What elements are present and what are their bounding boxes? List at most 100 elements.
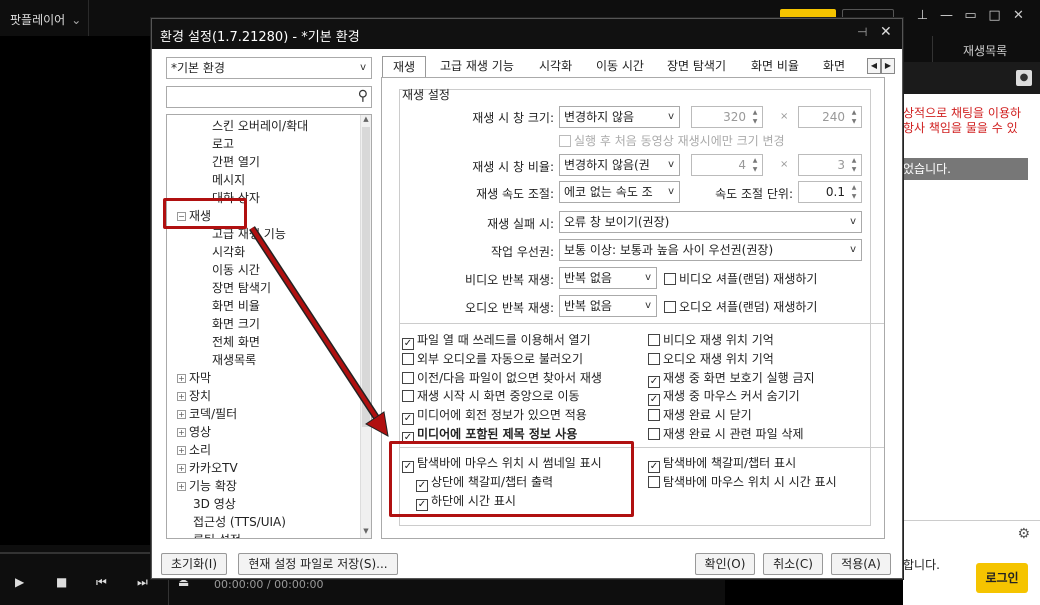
tree-item[interactable]: 3D 영상 xyxy=(193,495,236,512)
tab-aspect-ratio[interactable]: 화면 비율 xyxy=(751,56,799,78)
play-icon[interactable]: ▶ xyxy=(15,575,24,589)
close-on-end-checkbox[interactable]: 재생 완료 시 닫기 xyxy=(648,406,752,423)
video-repeat-combo[interactable]: 반복 없음 v xyxy=(559,267,657,289)
speed-combo[interactable]: 에코 없는 속도 조 v xyxy=(559,181,680,203)
audio-position-checkbox[interactable]: 오디오 재생 위치 기억 xyxy=(648,350,774,367)
checkbox-box[interactable] xyxy=(402,390,414,402)
gear-icon[interactable]: ⚙ xyxy=(1017,526,1030,542)
tree-item[interactable]: 화면 크기 xyxy=(212,315,260,332)
tree-item[interactable]: + 카카오TV xyxy=(177,459,238,476)
tree-item[interactable]: + 기능 확장 xyxy=(177,477,237,494)
expand-icon[interactable]: + xyxy=(177,410,186,419)
spinner-arrows-icon[interactable]: ▲ ▼ xyxy=(848,183,860,201)
tree-item[interactable]: 로고 xyxy=(212,135,234,152)
tree-item[interactable]: 스킨 오버레이/확대 xyxy=(212,117,308,134)
checkbox-box[interactable] xyxy=(648,428,660,440)
tab-advanced-playback[interactable]: 고급 재생 기능 xyxy=(440,56,514,78)
scroll-down-icon[interactable]: ▼ xyxy=(361,527,371,538)
expand-icon[interactable]: + xyxy=(177,446,186,455)
spinner-arrows-icon[interactable]: ▲ ▼ xyxy=(848,156,860,174)
seek-chapter-checkbox[interactable]: ✓ 탐색바에 책갈피/챕터 표시 xyxy=(648,454,796,473)
tree-item[interactable]: 간편 열기 xyxy=(212,153,260,170)
tab-chat[interactable] xyxy=(903,36,933,62)
tree-item[interactable]: 메시지 xyxy=(212,171,245,188)
tab-visualization[interactable]: 시각화 xyxy=(539,56,572,78)
checkbox-box[interactable] xyxy=(664,273,676,285)
tree-item[interactable]: 접근성 (TTS/UIA) xyxy=(193,513,286,530)
tab-seek-time[interactable]: 이동 시간 xyxy=(596,56,644,78)
find-next-checkbox[interactable]: 이전/다음 파일이 없으면 찾아서 재생 xyxy=(402,369,602,386)
minimize-icon[interactable]: — xyxy=(938,8,955,23)
video-position-checkbox[interactable]: 비디오 재생 위치 기억 xyxy=(648,331,774,348)
tree-item[interactable]: 재생목록 xyxy=(212,351,256,368)
scroll-thumb[interactable] xyxy=(362,127,370,427)
tree-item[interactable]: 이동 시간 xyxy=(212,261,260,278)
fail-combo[interactable]: 오류 창 보이기(권장) v xyxy=(559,211,862,233)
external-audio-checkbox[interactable]: 외부 오디오를 자동으로 불러오기 xyxy=(402,350,583,367)
app-title[interactable]: 팟플레이어 ⌄ xyxy=(10,11,81,28)
height-spinner[interactable]: 240 ▲ ▼ xyxy=(798,106,862,128)
spinner-arrows-icon[interactable]: ▲ ▼ xyxy=(749,108,761,126)
tab-scene-explorer[interactable]: 장면 탐색기 xyxy=(667,56,726,78)
tree-item[interactable]: 전체 화면 xyxy=(212,333,260,350)
tree-item[interactable]: + 소리 xyxy=(177,441,211,458)
tab-screen[interactable]: 화면 xyxy=(823,56,845,78)
pin-icon[interactable]: ⊥ xyxy=(914,8,931,23)
checkbox-box[interactable] xyxy=(402,372,414,384)
user-icon[interactable]: ● xyxy=(1016,70,1032,86)
window-size-combo[interactable]: 변경하지 않음 v xyxy=(559,106,680,128)
audio-repeat-combo[interactable]: 반복 없음 v xyxy=(559,295,657,317)
delete-on-end-checkbox[interactable]: 재생 완료 시 관련 파일 삭제 xyxy=(648,425,804,442)
checkbox-box[interactable] xyxy=(648,353,660,365)
checkbox-box[interactable]: ✓ xyxy=(648,461,660,473)
next-icon[interactable]: ⏭ xyxy=(137,575,148,590)
login-button[interactable]: 로그인 xyxy=(976,563,1028,593)
restore-icon[interactable]: ▭ xyxy=(962,8,979,23)
hide-cursor-checkbox[interactable]: ✓ 재생 중 마우스 커서 숨기기 xyxy=(648,387,800,406)
search-icon[interactable]: ⚲ xyxy=(358,88,368,104)
tree-scrollbar[interactable]: ▲ ▼ xyxy=(360,115,371,538)
ratio-w-spinner[interactable]: 4 ▲ ▼ xyxy=(691,154,763,176)
stop-icon[interactable]: ■ xyxy=(56,575,67,589)
reset-button[interactable]: 초기화(I) xyxy=(161,553,227,575)
tab-playlist[interactable]: 재생목록 xyxy=(963,42,1007,59)
center-window-checkbox[interactable]: 재생 시작 시 화면 중앙으로 이동 xyxy=(402,387,580,404)
tree-item[interactable]: + 자막 xyxy=(177,369,211,386)
scroll-up-icon[interactable]: ▲ xyxy=(361,115,371,126)
screensaver-checkbox[interactable]: ✓ 재생 중 화면 보호기 실행 금지 xyxy=(648,369,815,388)
priority-combo[interactable]: 보통 이상: 보통과 높음 사이 우선권(권장) v xyxy=(559,239,862,261)
tab-playback[interactable]: 재생 xyxy=(382,56,427,78)
close-icon[interactable]: ✕ xyxy=(880,24,892,40)
checkbox-box[interactable] xyxy=(559,135,571,147)
spinner-arrows-icon[interactable]: ▲ ▼ xyxy=(848,108,860,126)
checkbox-box[interactable]: ✓ xyxy=(402,338,414,350)
tree-item[interactable]: 루틴 설정 xyxy=(193,531,241,538)
thread-open-checkbox[interactable]: ✓ 파일 열 때 쓰레드를 이용해서 열기 xyxy=(402,331,591,350)
preset-combo[interactable]: *기본 환경 v xyxy=(166,57,372,79)
tree-item[interactable]: + 장치 xyxy=(177,387,211,404)
tree-item[interactable]: + 영상 xyxy=(177,423,211,440)
save-config-button[interactable]: 현재 설정 파일로 저장(S)... xyxy=(238,553,398,575)
cancel-button[interactable]: 취소(C) xyxy=(763,553,823,575)
window-ratio-combo[interactable]: 변경하지 않음(권 v xyxy=(559,154,680,176)
video-shuffle-checkbox[interactable]: 비디오 셔플(랜덤) 재생하기 xyxy=(664,270,817,287)
close-icon[interactable]: ✕ xyxy=(1010,8,1027,23)
spinner-arrows-icon[interactable]: ▲ ▼ xyxy=(749,156,761,174)
tab-right-icon[interactable]: ▶ xyxy=(881,58,895,74)
pin-icon[interactable]: ⊣ xyxy=(857,25,867,39)
rotation-checkbox[interactable]: ✓ 미디어에 회전 정보가 있으면 적용 xyxy=(402,406,587,425)
previous-icon[interactable]: ⏮ xyxy=(96,575,107,590)
tree-item[interactable]: 장면 탐색기 xyxy=(212,279,271,296)
checkbox-box[interactable] xyxy=(648,334,660,346)
width-spinner[interactable]: 320 ▲ ▼ xyxy=(691,106,763,128)
expand-icon[interactable]: + xyxy=(177,428,186,437)
apply-button[interactable]: 적용(A) xyxy=(831,553,891,575)
tab-left-icon[interactable]: ◀ xyxy=(867,58,881,74)
audio-shuffle-checkbox[interactable]: 오디오 셔플(랜덤) 재생하기 xyxy=(664,298,817,315)
tree-item[interactable]: + 코덱/필터 xyxy=(177,405,237,422)
expand-icon[interactable]: + xyxy=(177,482,186,491)
tree-item[interactable]: 화면 비율 xyxy=(212,297,260,314)
search-input[interactable]: ⚲ xyxy=(166,86,372,108)
checkbox-box[interactable]: ✓ xyxy=(648,394,660,406)
expand-icon[interactable]: + xyxy=(177,464,186,473)
